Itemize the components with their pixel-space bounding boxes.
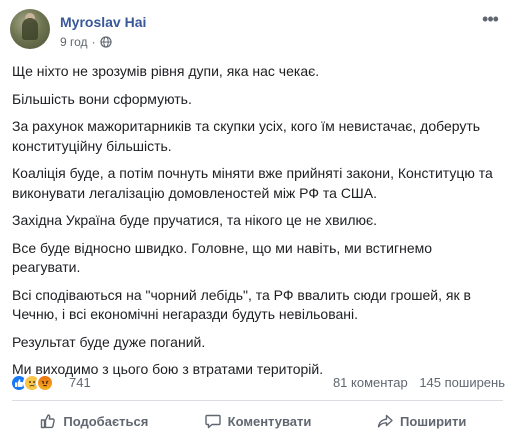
comment-button[interactable]: Коментувати bbox=[176, 404, 340, 438]
share-count[interactable]: 145 поширень bbox=[419, 375, 505, 390]
post-content: Ще ніхто не зрозумів рівня дупи, яка нас… bbox=[12, 62, 503, 388]
more-options-icon[interactable]: ••• bbox=[479, 10, 501, 28]
facebook-post: Myroslav Hai 9 год · ••• Ще ніхто не зро… bbox=[0, 0, 515, 446]
post-paragraph: Всі сподіваються на "чорний лебідь", та … bbox=[12, 286, 471, 323]
post-header: Myroslav Hai 9 год · ••• bbox=[10, 9, 505, 53]
globe-icon[interactable] bbox=[99, 36, 112, 48]
comment-count[interactable]: 81 коментар bbox=[333, 375, 408, 390]
action-bar: Подобається Коментувати Поширити bbox=[12, 404, 503, 438]
like-button[interactable]: Подобається bbox=[12, 404, 176, 438]
avatar-figure bbox=[22, 18, 38, 40]
post-meta: 9 год · bbox=[60, 35, 112, 49]
reactions-bar: 741 81 коментар 145 поширень bbox=[10, 374, 505, 392]
engagement-counts: 81 коментар 145 поширень bbox=[325, 375, 505, 390]
meta-separator: · bbox=[91, 35, 96, 49]
author-name[interactable]: Myroslav Hai bbox=[60, 14, 146, 30]
comment-button-label: Коментувати bbox=[227, 413, 312, 429]
post-paragraph: Західна Україна буде пручатися, та ніког… bbox=[12, 212, 378, 228]
post-paragraph: Все буде відносно швидко. Головне, що ми… bbox=[12, 239, 433, 276]
post-paragraph: Більшість вони сформують. bbox=[12, 90, 192, 107]
comment-icon bbox=[204, 414, 221, 429]
angry-icon bbox=[36, 374, 54, 392]
post-paragraph: За рахунок мажоритарників та скупки усіх… bbox=[12, 118, 481, 154]
post-time[interactable]: 9 год bbox=[60, 35, 88, 49]
reaction-icons[interactable] bbox=[10, 374, 54, 392]
share-icon bbox=[377, 414, 393, 428]
post-paragraph: Коаліція буде, а потім почнуть міняти вж… bbox=[12, 165, 493, 201]
avatar[interactable] bbox=[10, 9, 50, 49]
share-button-label: Поширити bbox=[399, 413, 467, 429]
reaction-count[interactable]: 741 bbox=[69, 375, 91, 390]
like-button-label: Подобається bbox=[63, 413, 149, 429]
divider bbox=[12, 400, 503, 401]
post-paragraph: Результат буде дуже поганий. bbox=[12, 333, 206, 350]
share-button[interactable]: Поширити bbox=[339, 404, 503, 438]
thumbs-up-icon bbox=[41, 414, 56, 429]
post-paragraph: Ще ніхто не зрозумів рівня дупи, яка нас… bbox=[12, 63, 320, 79]
